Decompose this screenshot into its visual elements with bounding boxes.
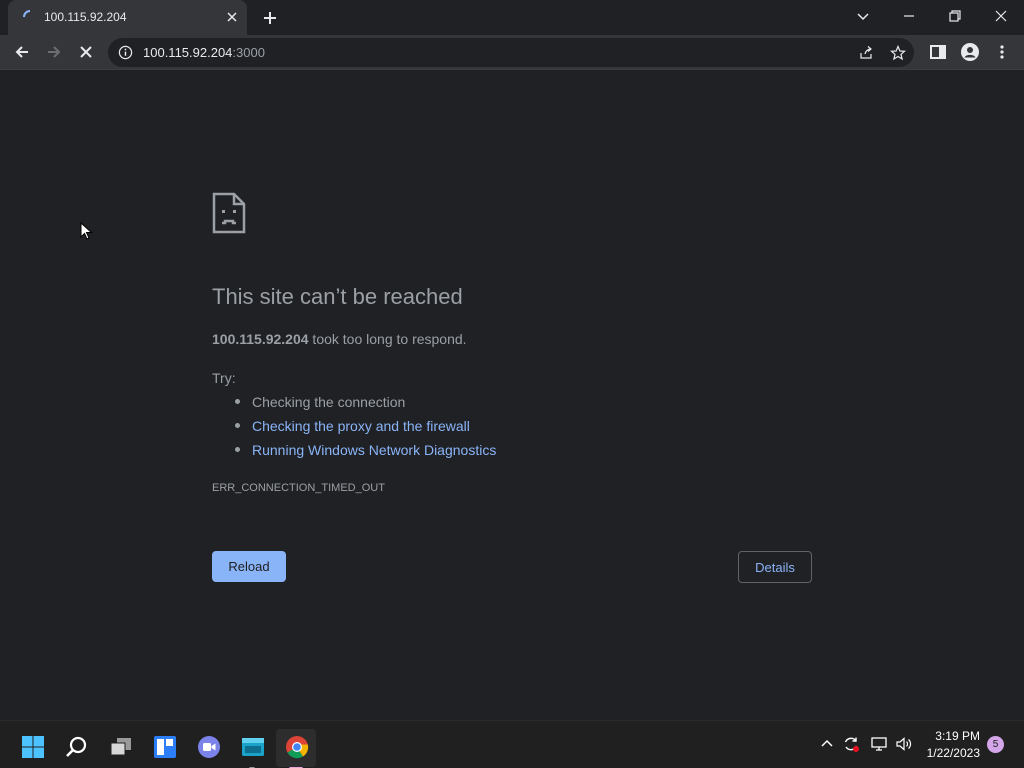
clock-date[interactable]: 1/22/2023 [920,746,980,760]
widgets-glyph-icon [154,736,176,758]
back-icon[interactable] [12,42,32,62]
sync-icon[interactable] [842,735,860,753]
chat-glyph-icon [198,736,220,758]
widgets-icon[interactable] [144,729,184,767]
suggestion-check-connection: Checking the connection [252,394,406,410]
teams-chat-icon[interactable] [188,729,228,767]
stop-loading-icon[interactable] [76,42,96,62]
error-message-rest: took too long to respond. [308,331,467,347]
try-label: Try: [212,370,236,386]
list-bullet [235,447,240,452]
folder-glyph-icon [242,738,264,756]
tab-strip: 100.115.92.204 [0,0,1024,35]
close-window-icon[interactable] [991,6,1011,26]
notification-badge[interactable]: 5 [987,736,1004,753]
error-title: This site can’t be reached [212,284,463,309]
browser-toolbar: 100.115.92.204:3000 [0,35,1024,70]
windows-start-icon[interactable] [12,729,52,767]
url-port: :3000 [232,45,265,60]
new-tab-icon[interactable] [260,8,280,28]
loading-spinner-icon [23,10,31,18]
suggestion-check-proxy-link[interactable]: Checking the proxy and the firewall [252,418,470,434]
reload-button[interactable]: Reload [212,551,286,582]
clock-time[interactable]: 3:19 PM [930,729,980,743]
task-view-icon[interactable] [100,729,140,767]
error-host: 100.115.92.204 [212,331,309,347]
profile-icon[interactable] [960,42,980,62]
tab-title: 100.115.92.204 [44,10,127,24]
side-panel-icon[interactable] [928,42,948,62]
taskbar: 3:19 PM 1/22/2023 [0,720,1024,768]
sad-page-icon [212,192,246,234]
search-icon[interactable] [56,729,96,767]
minimize-icon[interactable] [899,6,919,26]
list-bullet [235,423,240,428]
magnifier-icon [66,736,87,757]
chrome-logo-icon [286,736,309,759]
details-button[interactable]: Details [738,551,812,583]
error-message: 100.115.92.204 took too long to respond. [212,331,467,347]
browser-tab[interactable]: 100.115.92.204 [8,0,247,35]
chrome-icon[interactable] [276,729,316,768]
windows-logo-icon [22,736,44,758]
share-icon[interactable] [858,45,874,61]
close-tab-icon[interactable] [224,9,240,25]
bookmark-star-icon[interactable] [890,45,906,61]
url-text: 100.115.92.204:3000 [143,45,265,60]
network-icon[interactable] [870,735,888,753]
volume-icon[interactable] [895,735,913,753]
forward-icon[interactable] [44,42,64,62]
list-bullet [235,399,240,404]
site-info-icon[interactable] [118,45,133,60]
suggestion-network-diagnostics-link[interactable]: Running Windows Network Diagnostics [252,442,496,458]
file-explorer-icon[interactable] [232,729,272,768]
task-view-glyph-icon [110,738,131,756]
restore-icon[interactable] [945,6,965,26]
mouse-cursor-icon [80,222,93,240]
url-host: 100.115.92.204 [143,45,233,60]
tab-search-icon[interactable] [853,6,873,26]
menu-icon[interactable] [992,42,1012,62]
error-code: ERR_CONNECTION_TIMED_OUT [212,482,385,494]
address-bar[interactable]: 100.115.92.204:3000 [108,38,914,67]
show-hidden-icons-icon[interactable] [818,735,836,753]
